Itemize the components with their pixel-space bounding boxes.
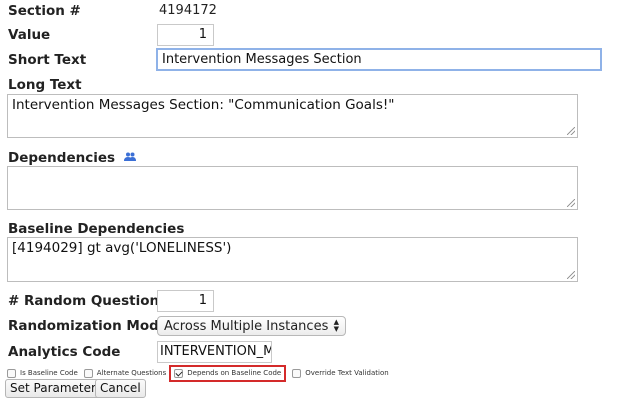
long-text-label: Long Text <box>8 77 82 93</box>
long-text-value: Intervention Messages Section: "Communic… <box>12 97 395 113</box>
alternate-questions-checkbox[interactable] <box>83 368 93 378</box>
set-parameters-button[interactable]: Set Parameters <box>5 379 108 398</box>
random-questions-input[interactable]: 1 <box>157 290 214 312</box>
randomization-mode-select[interactable]: Across Multiple Instances ▲ ▼ <box>157 316 346 336</box>
override-text-validation-checkbox[interactable] <box>292 368 302 378</box>
dependencies-textarea[interactable] <box>7 166 578 210</box>
baseline-dependencies-label: Baseline Dependencies <box>8 221 185 237</box>
is-baseline-code-option[interactable]: Is Baseline Code <box>7 368 78 378</box>
section-label: Section # <box>8 3 81 19</box>
is-baseline-code-label: Is Baseline Code <box>20 369 78 377</box>
select-arrows-icon: ▲ ▼ <box>333 318 339 333</box>
analytics-code-label: Analytics Code <box>8 344 121 360</box>
depends-on-baseline-code-option[interactable]: Depends on Baseline Code <box>169 364 287 382</box>
value-input[interactable]: 1 <box>157 24 214 46</box>
section-number: 4194172 <box>159 3 217 18</box>
short-text-label: Short Text <box>8 52 87 68</box>
randomization-mode-label: Randomization Mode <box>8 318 168 334</box>
override-text-validation-label: Override Text Validation <box>305 369 389 377</box>
alternate-questions-label: Alternate Questions <box>96 369 167 377</box>
random-questions-label: # Random Questions <box>8 293 168 309</box>
resize-grip-icon[interactable] <box>567 271 575 279</box>
value-label: Value <box>8 27 51 43</box>
cancel-button[interactable]: Cancel <box>95 379 146 398</box>
resize-grip-icon[interactable] <box>567 199 575 207</box>
is-baseline-code-checkbox[interactable] <box>7 368 16 378</box>
depends-on-baseline-code-checkbox[interactable] <box>174 368 184 378</box>
depends-on-baseline-code-label: Depends on Baseline Code <box>187 369 282 377</box>
resize-grip-icon[interactable] <box>567 127 575 135</box>
alternate-questions-option[interactable]: Alternate Questions <box>83 368 167 378</box>
users-icon[interactable] <box>123 149 136 161</box>
dependencies-label-text: Dependencies <box>8 150 116 166</box>
dependencies-label: Dependencies <box>8 149 136 166</box>
override-text-validation-option[interactable]: Override Text Validation <box>292 368 389 378</box>
analytics-code-input[interactable]: INTERVENTION_MES! <box>157 341 272 363</box>
baseline-dependencies-value: [4194029] gt avg('LONELINESS') <box>12 240 232 256</box>
short-text-input[interactable]: Intervention Messages Section <box>156 48 602 71</box>
randomization-mode-value: Across Multiple Instances <box>164 319 329 334</box>
baseline-dependencies-textarea[interactable]: [4194029] gt avg('LONELINESS') <box>7 237 578 282</box>
long-text-textarea[interactable]: Intervention Messages Section: "Communic… <box>7 94 578 138</box>
